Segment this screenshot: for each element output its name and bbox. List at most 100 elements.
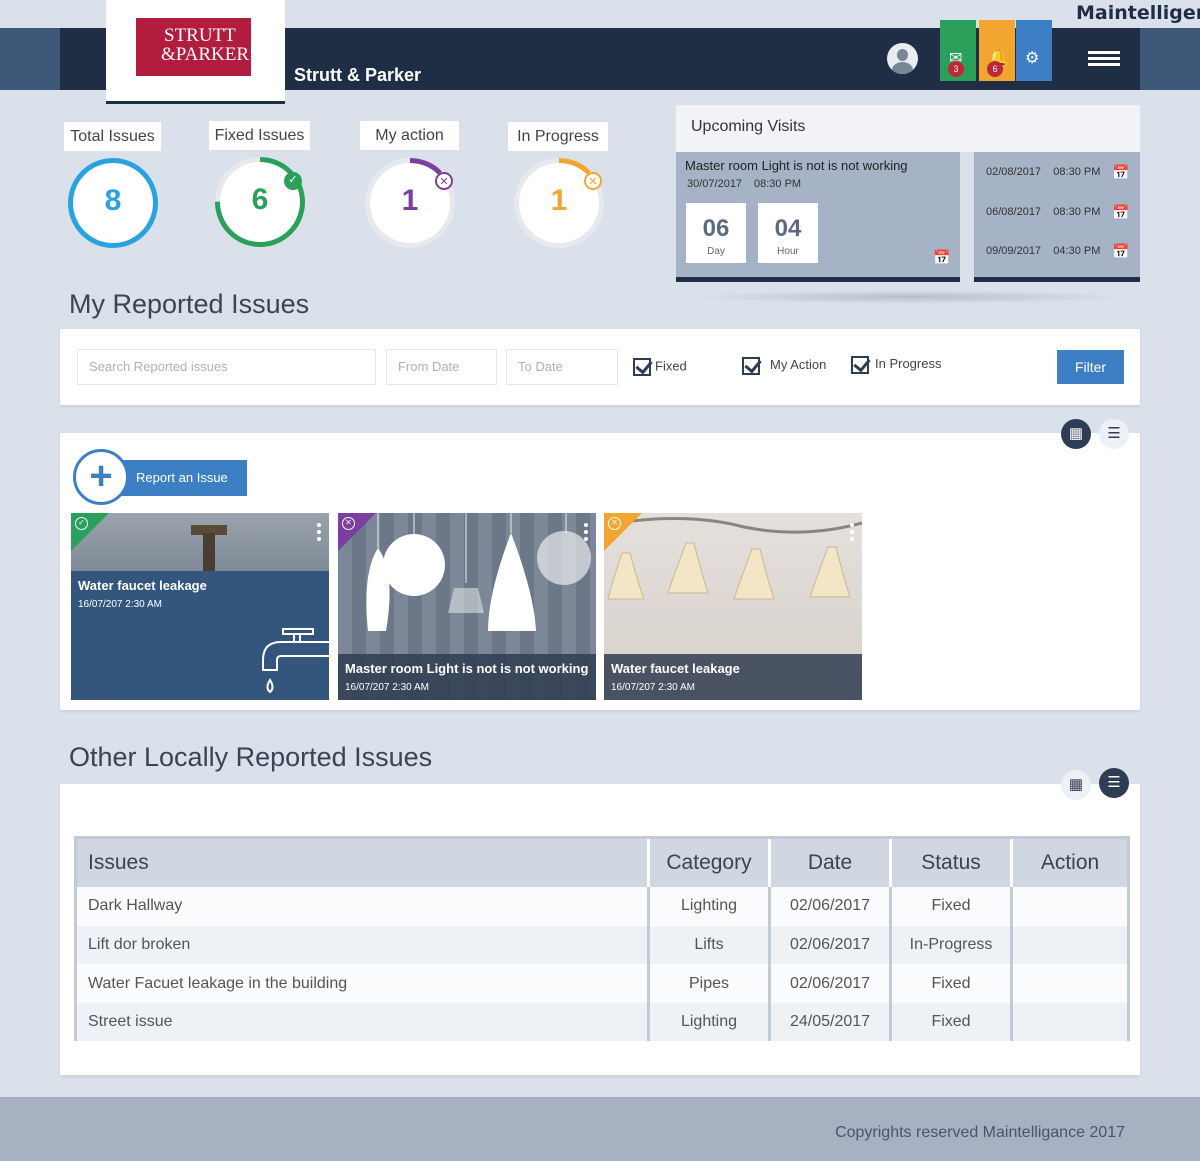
checkbox-checked-icon [851,356,869,374]
cell-status: In-Progress [909,936,993,953]
table-row[interactable]: Dark Hallway Lighting 02/06/2017 Fixed [77,887,1127,925]
cell-issue: Water Facuet leakage in the building [88,975,348,992]
card-date: 16/07/207 2:30 AM [345,682,429,693]
wrench-icon: ✕ [435,172,453,190]
check-icon: ✓ [75,517,88,530]
visit-date: 09/09/2017 [986,245,1042,257]
section-title-my-issues: My Reported Issues [69,289,310,319]
column-divider [889,887,892,1041]
visit-time: 08:30 PM [1053,166,1101,178]
calendar-icon[interactable]: 📅 [1112,243,1129,260]
column-header-issues[interactable]: Issues [77,839,647,887]
card-caption: Master room Light is not is not working … [338,654,596,700]
cell-issue: Street issue [88,1013,173,1030]
cell-date: 02/06/2017 [789,936,871,953]
in-progress-checkbox[interactable]: In Progress [851,356,941,374]
plus-icon[interactable]: + [73,449,129,505]
my-action-checkbox[interactable]: My Action [742,357,826,375]
calendar-icon[interactable]: 📅 [1112,204,1129,221]
card-title: Master room Light is not is not working [345,661,589,676]
cell-category: Pipes [688,975,730,992]
calendar-icon[interactable]: 📅 [1112,164,1129,181]
column-header-category[interactable]: Category [650,839,768,887]
pipe-shape [203,533,215,571]
ceiling-lamps [604,517,862,600]
visit-row[interactable]: 02/08/2017 08:30 PM [986,166,1100,178]
issue-card[interactable]: ✕ Water faucet leakage 16/07/207 2:30 AM [604,513,862,700]
list-view-icon[interactable]: ☰ [1099,419,1129,449]
visit-date: 06/08/2017 [986,206,1042,218]
grid-view-icon[interactable]: ▦ [1061,419,1091,449]
column-header-status[interactable]: Status [892,839,1010,887]
stat-label-my-action: My action [360,121,459,150]
top-bar-right-accent [1140,28,1200,90]
cell-category: Lighting [680,1013,738,1030]
list-view-icon[interactable]: ☰ [1099,768,1129,798]
countdown-days-label: Day [707,246,725,257]
countdown-hours-value: 04 [774,215,802,242]
card-date: 16/07/207 2:30 AM [78,599,162,610]
calendar-icon[interactable]: 📅 [933,249,950,266]
table-row[interactable]: Lift dor broken Lifts 02/06/2017 In-Prog… [77,926,1127,964]
countdown-days: 06 Day [686,203,746,263]
cell-status: Fixed [931,1013,971,1030]
search-input[interactable]: Search Reported issues [77,349,376,385]
check-icon: ✓ [284,172,302,190]
fixed-checkbox[interactable]: Fixed [633,358,687,376]
tools-icon: ✕ [584,172,602,190]
grid-view-icon[interactable]: ▦ [1061,770,1091,800]
visit-row[interactable]: 09/09/2017 04:30 PM [986,245,1100,257]
cell-category: Lighting [680,897,738,914]
stat-value-total[interactable]: 8 [73,163,153,243]
visit-time: 04:30 PM [1053,245,1101,257]
upcoming-main-visit[interactable]: Master room Light is not is not working … [676,152,960,282]
more-options-icon[interactable] [584,523,588,544]
from-date-input[interactable]: From Date [386,349,497,385]
more-options-icon[interactable] [850,523,854,544]
table-row[interactable]: Water Facuet leakage in the building Pip… [77,965,1127,1003]
card-title: Water faucet leakage [611,661,740,676]
countdown-hours-label: Hour [777,246,799,257]
card-photo [71,513,329,571]
filter-button[interactable]: Filter [1057,350,1124,384]
upcoming-main-title: Master room Light is not is not working [685,158,908,173]
visit-row[interactable]: 06/08/2017 08:30 PM [986,206,1100,218]
cell-issue: Lift dor broken [88,936,191,953]
column-header-date[interactable]: Date [771,839,889,887]
cell-date: 24/05/2017 [789,1013,871,1030]
visit-date: 02/08/2017 [986,166,1042,178]
stat-label-fixed: Fixed Issues [209,121,310,150]
hamburger-menu-icon[interactable] [1088,51,1120,67]
cell-issue: Dark Hallway [88,897,183,914]
user-avatar[interactable] [887,43,918,74]
checkbox-checked-icon [742,357,760,375]
issue-card[interactable]: ✕ Master room Light is not is not workin… [338,513,596,700]
cell-date: 02/06/2017 [789,975,871,992]
section-title-other-issues: Other Locally Reported Issues [69,742,433,772]
settings-button[interactable]: ⚙ [1016,20,1052,81]
top-bar-left-accent [0,28,60,90]
issue-card[interactable]: ✓ Water faucet leakage 16/07/207 2:30 AM [71,513,329,700]
logo-line-2: &PARKER [161,44,249,65]
messages-button[interactable]: ✉ 3 [940,20,976,81]
notifications-button[interactable]: 🔔 6 [979,20,1015,81]
upcoming-main-time: 08:30 PM [754,178,802,190]
countdown-hours: 04 Hour [758,203,818,263]
column-divider [1010,887,1013,1041]
tools-icon: ✕ [608,517,621,530]
company-name: Strutt & Parker [294,65,422,85]
gear-icon: ⚙ [1025,50,1040,67]
report-issue-button[interactable]: Report an Issue [116,460,247,496]
table-row[interactable]: Street issue Lighting 24/05/2017 Fixed [77,1003,1127,1041]
cell-date: 02/06/2017 [789,897,871,914]
card-date: 16/07/207 2:30 AM [611,682,695,693]
upcoming-visit-list: 02/08/2017 08:30 PM 📅 06/08/2017 08:30 P… [974,152,1140,282]
wrench-icon: ✕ [342,517,355,530]
report-issue-label: Report an Issue [136,470,228,485]
company-logo[interactable]: STRUTT &PARKER [136,18,251,76]
more-options-icon[interactable] [317,523,321,544]
card-caption: Water faucet leakage 16/07/207 2:30 AM [604,654,862,700]
stat-label-total: Total Issues [64,122,161,151]
stat-label-in-progress: In Progress [508,122,608,151]
to-date-input[interactable]: To Date [506,349,618,385]
